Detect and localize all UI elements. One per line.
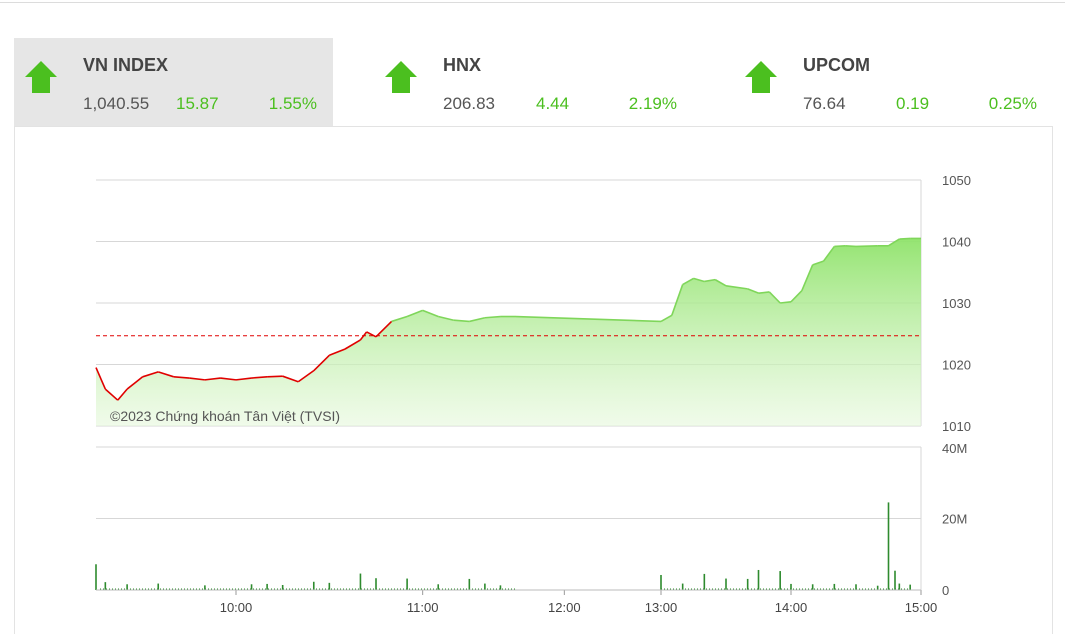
top-divider [0,2,1065,3]
volume-y-tick-label: 20M [942,512,967,527]
arrow-up-icon [25,61,57,93]
volume-y-tick-label: 0 [942,583,949,598]
index-percent: 2.19% [628,94,677,113]
volume-y-tick-label: 40M [942,441,967,456]
arrow-up-icon [385,61,417,93]
volume-bar [104,582,107,590]
price-line-segment [267,375,283,378]
index-name: HNX [443,55,482,75]
chart-panel: 1050 1040 1030 1020 1010 ©2023 Chứng khoán Tâ… [14,126,1053,634]
index-tab-upcom[interactable]: UPCOM 76.64 0.19 0.25% [734,38,1053,126]
arrow-up-icon [745,61,777,93]
watermark: ©2023 Chứng khoán Tân Việt (TVSI) [110,408,340,424]
volume-bar [359,573,362,590]
price-line-segment [899,237,911,240]
x-tick-label: 15:00 [905,600,938,615]
index-name: VN INDEX [83,55,169,75]
index-tab-vn-index[interactable]: VN INDEX 1,040.55 15.87 1.55% [14,38,333,126]
x-tick-label: 11:00 [407,600,439,615]
volume-bar [266,583,268,590]
index-percent: 0.25% [988,94,1037,113]
x-tick-label: 13:00 [645,600,678,615]
volume-bar [660,574,662,590]
volume-bar [746,578,749,590]
volume-bar [811,584,814,590]
x-tick-label: 12:00 [548,600,581,615]
price-area [96,238,921,426]
price-y-tick-label: 1040 [942,235,971,250]
volume-bar [703,573,706,590]
volume-bar [95,564,97,590]
price-line-segment [834,245,846,248]
index-tab-hnx[interactable]: HNX 206.83 4.44 2.19% [374,38,693,126]
index-value: 206.83 [443,94,495,113]
volume-bar [757,569,760,590]
index-name: UPCOM [803,55,870,75]
price-line-segment [855,245,878,248]
index-change: 15.87 [176,94,219,113]
price-y-tick-label: 1030 [942,296,971,311]
price-y-tick-label: 1020 [942,358,971,373]
volume-bar [406,578,408,590]
x-tick-label: 14:00 [775,600,808,615]
volume-bar [894,570,896,590]
volume-bar [887,502,890,590]
volume-bar [833,583,836,590]
volume-bar [468,578,471,590]
index-percent: 1.55% [268,94,317,113]
index-value: 1,040.55 [83,94,150,113]
index-change: 4.44 [536,94,570,113]
volume-bar [725,578,727,590]
price-y-tick-label: 1010 [942,419,971,434]
x-tick-label: 10:00 [220,600,253,615]
index-value: 76.64 [803,94,846,113]
price-line-segment [845,245,857,248]
index-change: 0.19 [896,94,930,113]
intraday-chart: 1050 1040 1030 1020 1010 ©2023 Chứng khoán Tâ… [95,173,971,615]
volume-bar [437,584,440,590]
volume-bar [779,571,781,590]
price-y-tick-label: 1050 [942,173,971,188]
volume-bar [375,578,377,590]
